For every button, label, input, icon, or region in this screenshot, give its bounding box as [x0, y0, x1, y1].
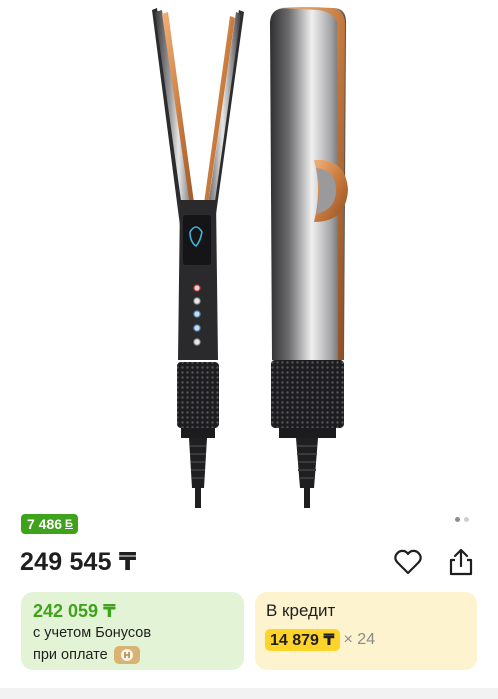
section-divider — [0, 688, 498, 699]
favorite-button[interactable] — [393, 547, 423, 577]
bonus-badge: 7 486 Б — [21, 514, 78, 534]
bonus-coin-icon: Б — [65, 518, 73, 530]
credit-title: В кредит — [266, 601, 336, 620]
straightener-illustration — [152, 7, 348, 508]
bonus-payment-label: при оплате — [33, 647, 108, 663]
gallery-dot-2[interactable] — [464, 517, 469, 522]
product-image[interactable] — [0, 0, 498, 508]
credit-months: × 24 — [343, 631, 376, 648]
share-button[interactable] — [446, 547, 476, 577]
credit-card[interactable]: В кредит 14 879 ₸ × 24 — [255, 592, 477, 670]
straightener-right — [270, 7, 348, 508]
bonus-caption: с учетом Бонусов — [33, 625, 152, 641]
bonus-price: 242 059 ₸ — [33, 601, 116, 621]
bonus-badge-amount: 7 486 — [27, 516, 63, 532]
gallery-pager[interactable] — [455, 517, 469, 522]
straightener-left — [152, 8, 244, 508]
bonus-payment-caption: при оплате — [33, 646, 140, 664]
gallery-dot-1[interactable] — [455, 517, 460, 522]
payment-card-icon — [113, 646, 140, 664]
credit-monthly-amount: 14 879 ₸ — [265, 629, 340, 651]
product-price: 249 545 ₸ — [20, 548, 137, 576]
credit-terms: 14 879 ₸ × 24 — [265, 629, 375, 651]
share-icon — [449, 548, 473, 576]
bonus-price-card[interactable]: 242 059 ₸ с учетом Бонусов при оплате — [21, 592, 244, 670]
heart-icon — [394, 549, 422, 575]
